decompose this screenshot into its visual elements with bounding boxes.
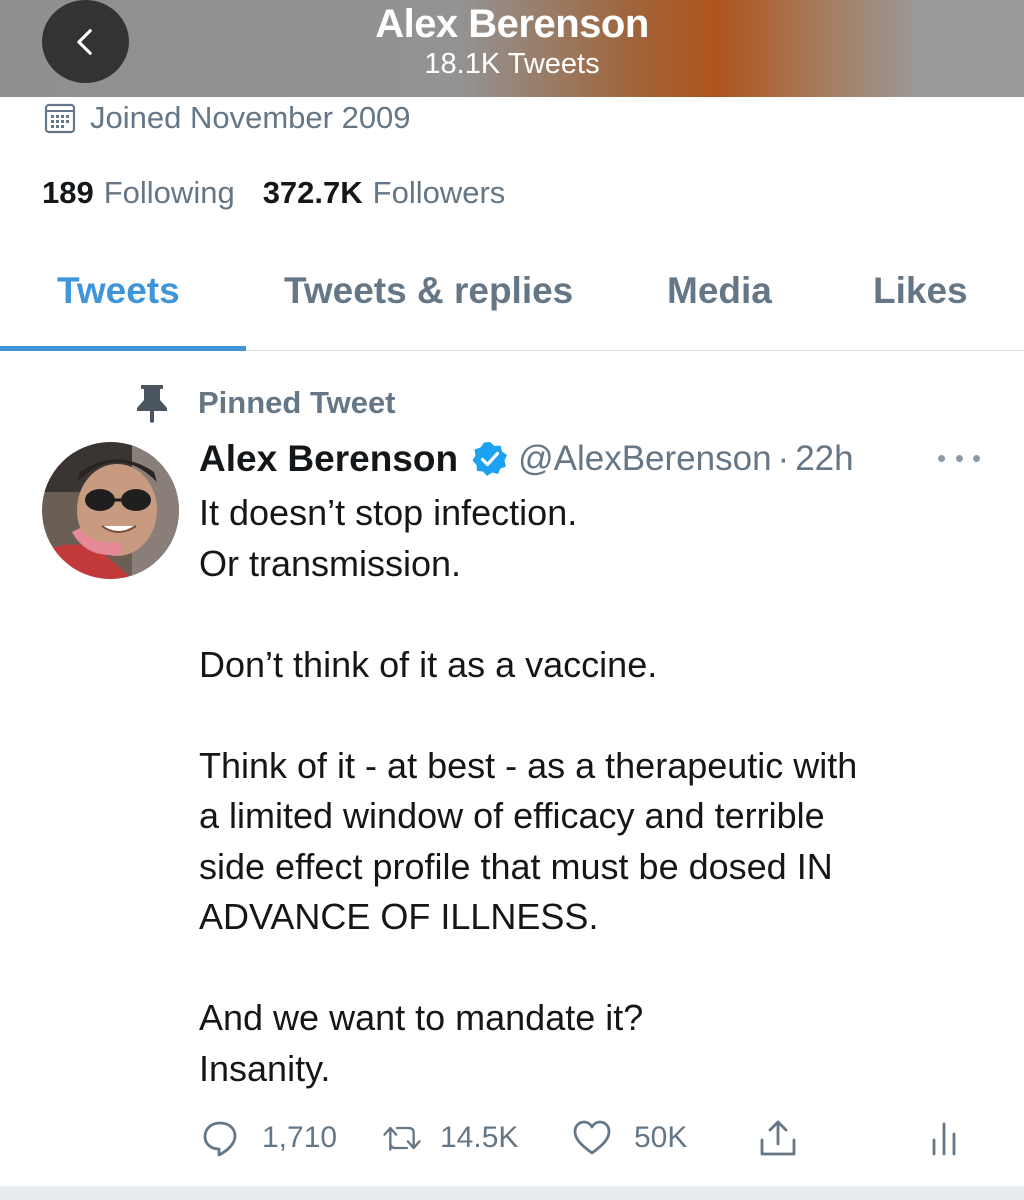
meta-separator: · xyxy=(777,439,790,478)
followers-link[interactable]: 372.7K Followers xyxy=(263,175,506,211)
followers-count: 372.7K xyxy=(262,175,363,210)
tweet-text-line: And we want to mandate it? xyxy=(199,997,644,1038)
pinned-label: Pinned Tweet xyxy=(198,385,396,420)
tweet-actions: 1,710 14.5K 50K xyxy=(0,1110,1024,1166)
following-link[interactable]: 189 Following xyxy=(42,175,235,211)
tweet-text-line: Insanity. xyxy=(199,1047,331,1089)
tab-likes[interactable]: Likes xyxy=(873,270,968,312)
pin-icon xyxy=(137,385,167,423)
following-label: Following xyxy=(103,175,235,210)
more-icon-dot xyxy=(973,454,980,462)
tab-tweets-replies[interactable]: Tweets & replies xyxy=(284,270,573,312)
analytics-button[interactable] xyxy=(924,1110,964,1166)
retweet-count: 14.5K xyxy=(440,1121,519,1154)
tweet-header: Alex Berenson @AlexBerenson · 22h xyxy=(199,438,854,480)
tweet-timestamp[interactable]: 22h xyxy=(795,439,853,479)
retweet-icon xyxy=(383,1126,421,1151)
more-icon-dot xyxy=(938,454,945,462)
author-name[interactable]: Alex Berenson xyxy=(199,438,458,480)
tweet-text-line: Don’t think of it as a vaccine. xyxy=(199,643,658,685)
header-title: Alex Berenson xyxy=(375,2,649,46)
calendar-icon xyxy=(44,103,76,134)
reply-button[interactable]: 1,710 xyxy=(200,1110,337,1166)
joined-date: Joined November 2009 xyxy=(44,100,411,136)
pinned-indicator: Pinned Tweet xyxy=(134,383,396,423)
retweet-button[interactable]: 14.5K xyxy=(382,1110,518,1166)
tweet-text-line xyxy=(199,589,989,640)
author-avatar[interactable] xyxy=(42,442,179,579)
like-button[interactable]: 50K xyxy=(572,1110,687,1166)
following-count: 189 xyxy=(42,175,94,210)
tweet-text-line xyxy=(199,690,989,741)
tweet-text-line: Or transmission. xyxy=(199,542,462,584)
tweet-text-line: It doesn’t stop infection. xyxy=(199,492,578,533)
author-handle[interactable]: @AlexBerenson xyxy=(518,439,771,479)
heart-icon xyxy=(573,1120,611,1155)
tab-tweets[interactable]: Tweets xyxy=(57,270,180,312)
verified-badge-icon xyxy=(472,442,508,476)
tab-media[interactable]: Media xyxy=(667,270,772,312)
share-button[interactable] xyxy=(758,1110,798,1166)
followers-label: Followers xyxy=(372,175,506,210)
more-icon-dot xyxy=(955,454,963,462)
profile-header: Alex Berenson 18.1K Tweets xyxy=(0,0,1024,97)
share-icon xyxy=(760,1120,796,1156)
analytics-icon xyxy=(932,1122,956,1156)
tweet-text-line: side effect profile that must be dosed I… xyxy=(199,845,833,887)
tweet-text-line xyxy=(199,943,989,994)
profile-tabs: Tweets Tweets & replies Media Likes xyxy=(0,240,1024,351)
tweet-text: It doesn’t stop infection. Or transmissi… xyxy=(199,488,989,1094)
active-tab-indicator xyxy=(0,346,246,351)
tweet-text-line: a limited window of efficacy and terribl… xyxy=(199,795,825,836)
feed-divider xyxy=(0,1186,1024,1200)
follow-stats: 189 Following 372.7K Followers xyxy=(42,175,533,211)
tweet-text-line: Think of it - at best - as a therapeutic… xyxy=(199,744,858,786)
like-count: 50K xyxy=(634,1121,688,1154)
tweet-text-line: ADVANCE OF ILLNESS. xyxy=(199,896,599,937)
header-tweet-count: 18.1K Tweets xyxy=(424,48,600,80)
more-options-button[interactable] xyxy=(938,443,980,473)
reply-count: 1,710 xyxy=(262,1121,338,1154)
joined-label: Joined November 2009 xyxy=(90,100,411,135)
reply-icon xyxy=(203,1121,237,1157)
